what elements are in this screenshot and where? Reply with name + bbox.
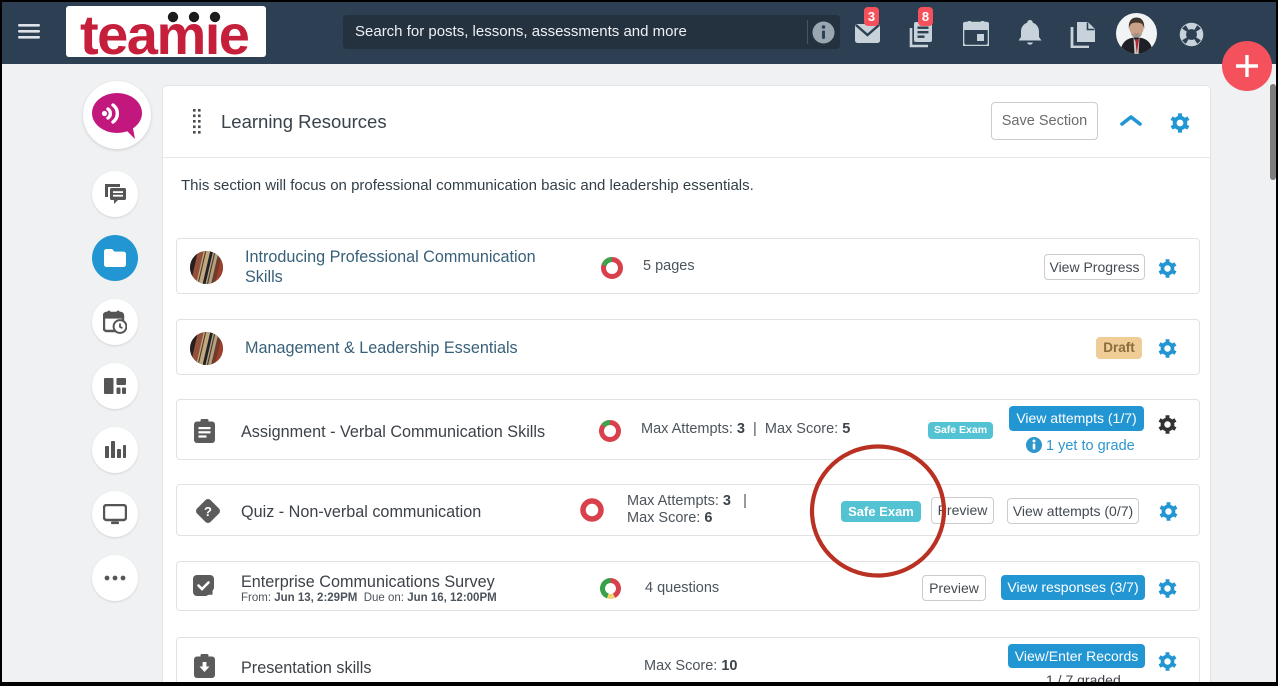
svg-text:?: ? bbox=[204, 504, 212, 519]
